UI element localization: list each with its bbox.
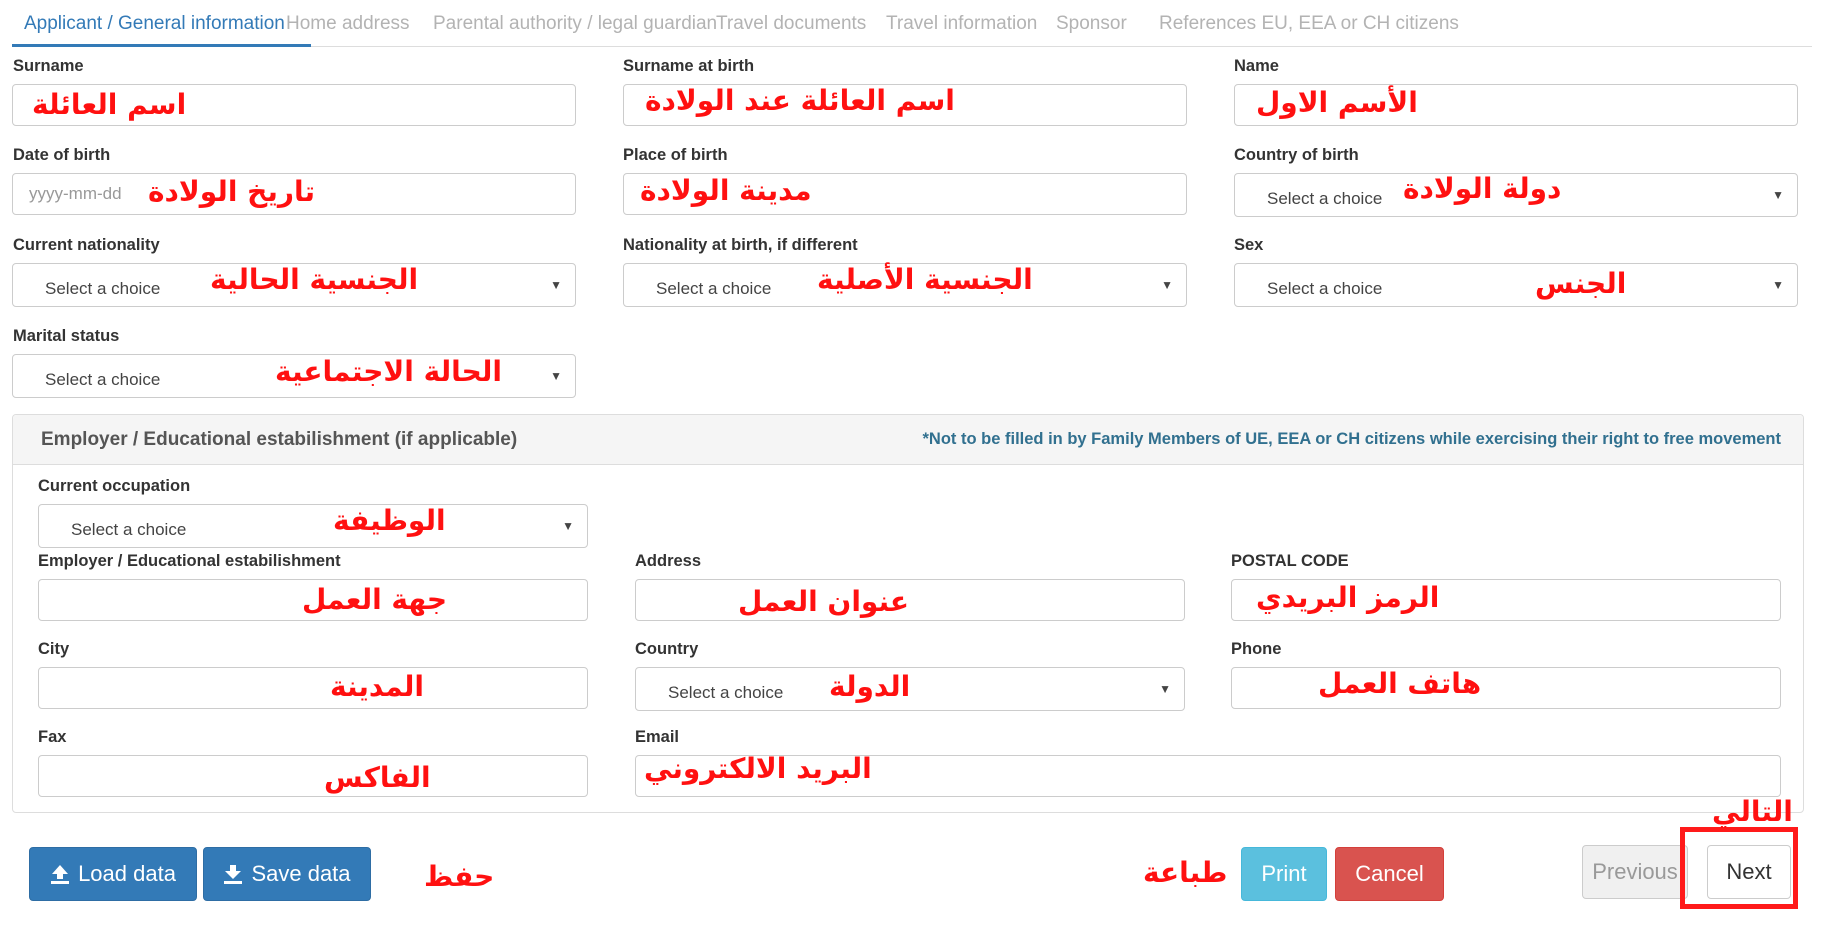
upload-icon — [51, 865, 70, 884]
current-occupation-select[interactable]: Select a choice ▼ — [38, 504, 588, 548]
next-highlight-box — [1680, 827, 1798, 909]
address-label: Address — [635, 552, 702, 570]
current-nationality-label: Current nationality — [13, 236, 160, 254]
nationality-at-birth-label: Nationality at birth, if different — [623, 236, 858, 254]
postal-code-annotation: الرمز البريدي — [1256, 581, 1440, 614]
current-occupation-label: Current occupation — [38, 477, 191, 495]
sex-annotation: الجنس — [1535, 267, 1627, 300]
nationality-at-birth-value: Select a choice — [656, 279, 772, 298]
surname-annotation: اسم العائلة — [32, 88, 187, 121]
marital-status-value: Select a choice — [45, 370, 161, 389]
email-annotation: البريد الالكتروني — [644, 752, 872, 785]
tab-travel-documents[interactable]: Travel documents — [716, 13, 866, 35]
city-annotation: المدينة — [330, 670, 424, 703]
surname-at-birth-annotation: اسم العائلة عند الولادة — [645, 84, 955, 117]
phone-label: Phone — [1231, 640, 1282, 658]
surname-at-birth-label: Surname at birth — [623, 57, 755, 75]
marital-status-annotation: الحالة الاجتماعية — [275, 355, 502, 388]
date-of-birth-label: Date of birth — [13, 146, 111, 164]
sex-select[interactable]: Select a choice ▼ — [1234, 263, 1798, 307]
tab-home-address[interactable]: Home address — [286, 13, 410, 35]
date-of-birth-annotation: تاريخ الولادة — [148, 175, 316, 208]
establishment-annotation: جهة العمل — [302, 583, 448, 616]
fax-annotation: الفاكس — [324, 761, 431, 794]
load-data-label: Load data — [78, 861, 176, 886]
current-occupation-annotation: الوظيفة — [333, 504, 446, 537]
save-data-button[interactable]: Save data — [203, 847, 371, 901]
surname-label: Surname — [13, 57, 84, 75]
city-label: City — [38, 640, 70, 658]
print-annotation: طباعة — [1143, 856, 1228, 889]
tab-travel-information[interactable]: Travel information — [886, 13, 1037, 35]
load-data-button[interactable]: Load data — [29, 847, 197, 901]
employer-panel-header: Employer / Educational estabilishment (i… — [13, 415, 1803, 465]
email-label: Email — [635, 728, 680, 746]
sex-label: Sex — [1234, 236, 1264, 254]
tab-parental-authority[interactable]: Parental authority / legal guardian — [433, 13, 717, 35]
save-annotation: حفظ — [424, 860, 495, 893]
tab-applicant[interactable]: Applicant / General information — [24, 13, 285, 35]
caret-down-icon: ▼ — [1159, 682, 1171, 696]
country-of-birth-annotation: دولة الولادة — [1403, 172, 1562, 205]
country-label: Country — [635, 640, 699, 658]
next-annotation: التالي — [1712, 795, 1793, 828]
country-value: Select a choice — [668, 683, 784, 702]
current-nationality-annotation: الجنسية الحالية — [210, 263, 419, 296]
current-occupation-value: Select a choice — [71, 520, 187, 539]
cancel-button[interactable]: Cancel — [1335, 847, 1444, 901]
postal-code-label: POSTAL CODE — [1231, 552, 1349, 570]
sex-value: Select a choice — [1267, 279, 1383, 298]
tab-references[interactable]: References EU, EEA or CH citizens — [1159, 13, 1459, 35]
date-of-birth-placeholder: yyyy-mm-dd — [29, 184, 122, 203]
fax-input[interactable] — [38, 755, 588, 797]
caret-down-icon: ▼ — [1161, 278, 1173, 292]
caret-down-icon: ▼ — [1772, 188, 1784, 202]
country-annotation: الدولة — [829, 670, 911, 703]
establishment-label: Employer / Educational estabilishment — [38, 552, 341, 570]
caret-down-icon: ▼ — [550, 369, 562, 383]
name-annotation: الأسم الاول — [1256, 86, 1418, 119]
save-data-label: Save data — [251, 861, 351, 886]
download-icon — [224, 865, 243, 884]
city-input[interactable] — [38, 667, 588, 709]
caret-down-icon: ▼ — [550, 278, 562, 292]
fax-label: Fax — [38, 728, 67, 746]
tab-sponsor[interactable]: Sponsor — [1056, 13, 1127, 35]
caret-down-icon: ▼ — [562, 519, 574, 533]
current-nationality-value: Select a choice — [45, 279, 161, 298]
active-tab-indicator — [12, 44, 311, 47]
tab-bar: Applicant / General information Home add… — [12, 0, 1812, 47]
nationality-at-birth-annotation: الجنسية الأصلية — [817, 263, 1033, 296]
address-annotation: عنوان العمل — [738, 585, 910, 618]
phone-annotation: هاتف العمل — [1318, 667, 1482, 700]
address-input[interactable] — [635, 579, 1185, 621]
employer-panel-title: Employer / Educational estabilishment (i… — [41, 429, 518, 450]
marital-status-label: Marital status — [13, 327, 120, 345]
phone-input[interactable] — [1231, 667, 1781, 709]
place-of-birth-annotation: مدينة الولادة — [640, 174, 812, 207]
country-of-birth-label: Country of birth — [1234, 146, 1359, 164]
previous-button[interactable]: Previous — [1582, 845, 1688, 899]
print-button[interactable]: Print — [1241, 847, 1327, 901]
employer-panel-note: *Not to be filled in by Family Members o… — [922, 430, 1781, 448]
country-of-birth-value: Select a choice — [1267, 189, 1383, 208]
caret-down-icon: ▼ — [1772, 278, 1784, 292]
place-of-birth-label: Place of birth — [623, 146, 728, 164]
name-label: Name — [1234, 57, 1279, 75]
